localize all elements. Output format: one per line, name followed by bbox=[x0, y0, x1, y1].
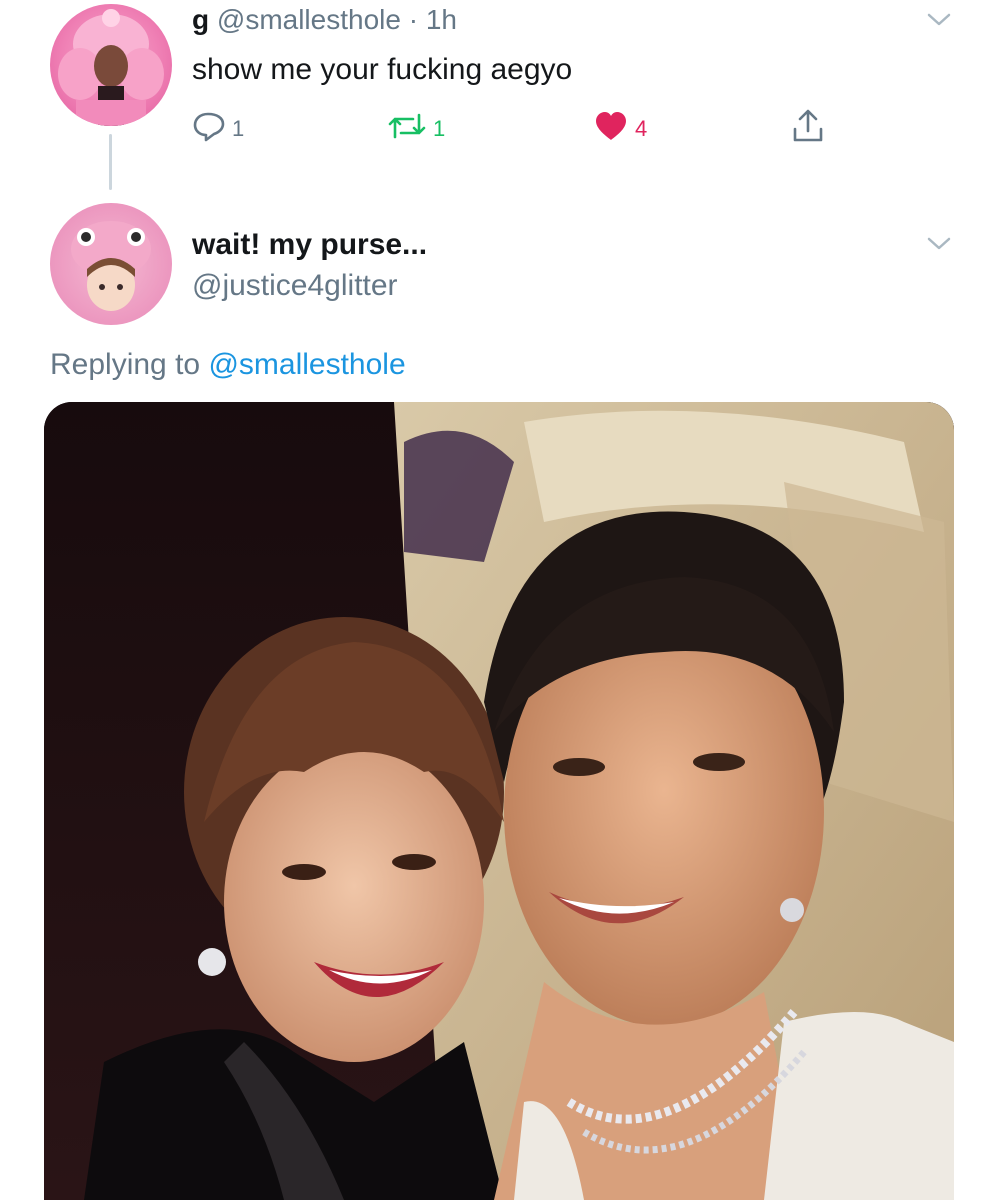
thread-connector-line bbox=[109, 134, 112, 190]
reply-icon bbox=[192, 110, 226, 148]
chevron-down-icon[interactable] bbox=[924, 10, 954, 30]
like-button[interactable]: 4 bbox=[593, 110, 647, 148]
like-count: 4 bbox=[635, 116, 648, 141]
reply-display-name[interactable]: wait! my purse... bbox=[192, 226, 427, 264]
retweet-button[interactable]: 1 bbox=[387, 110, 445, 148]
replying-to-line: Replying to @smallesthole bbox=[50, 345, 406, 385]
retweet-count: 1 bbox=[433, 116, 446, 141]
heart-icon bbox=[593, 110, 629, 148]
parent-display-name[interactable]: g bbox=[192, 4, 209, 35]
parent-time[interactable]: 1h bbox=[426, 4, 457, 35]
share-button[interactable] bbox=[790, 108, 826, 150]
parent-tweet-text: show me your fucking aegyo bbox=[192, 53, 573, 86]
reply-handle[interactable]: @justice4glitter bbox=[192, 267, 398, 305]
reply-avatar[interactable] bbox=[50, 203, 172, 325]
retweet-icon bbox=[387, 111, 427, 147]
parent-handle[interactable]: @smallesthole bbox=[217, 4, 401, 35]
reply-count: 1 bbox=[232, 116, 245, 141]
chevron-down-icon[interactable] bbox=[924, 234, 954, 254]
parent-avatar[interactable] bbox=[50, 4, 172, 126]
replying-to-handle-link[interactable]: @smallesthole bbox=[208, 348, 405, 381]
parent-meta: g @smallesthole · 1h bbox=[192, 2, 457, 38]
reply-button[interactable]: 1 bbox=[192, 110, 244, 148]
meta-separator: · bbox=[408, 4, 419, 35]
parent-tweet[interactable]: g @smallesthole · 1h show me your fuckin… bbox=[0, 0, 998, 190]
tweet-thread: g @smallesthole · 1h show me your fuckin… bbox=[0, 0, 998, 1200]
tweet-photo[interactable] bbox=[44, 402, 954, 1200]
selfie-photo-illustration bbox=[44, 402, 954, 1200]
replying-to-label: Replying to bbox=[50, 348, 201, 381]
share-icon bbox=[790, 108, 826, 150]
